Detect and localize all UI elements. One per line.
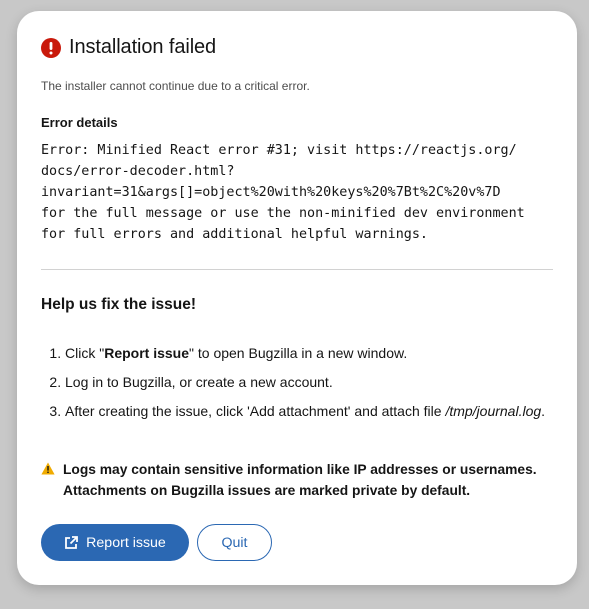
exclamation-circle-icon <box>41 37 61 58</box>
error-line: Error: Minified React error #31; visit h… <box>41 143 517 158</box>
quit-button[interactable]: Quit <box>197 524 272 561</box>
step-text: Log in to Bugzilla, or create a new acco… <box>65 374 333 390</box>
error-details-text: Error: Minified React error #31; visit h… <box>41 140 561 245</box>
divider <box>41 269 553 270</box>
dialog-subtitle: The installer cannot continue due to a c… <box>41 79 310 93</box>
step-text: After creating the issue, click 'Add att… <box>65 403 446 419</box>
step-emphasis: Report issue <box>104 345 190 361</box>
dialog-header: Installation failed <box>41 36 216 59</box>
help-steps-list: Click "Report issue" to open Bugzilla in… <box>49 339 575 426</box>
step-text: Click " <box>65 345 105 361</box>
step-text: " to open Bugzilla in a new window. <box>189 345 408 361</box>
error-line: for the full message or use the non-mini… <box>41 206 525 221</box>
external-link-icon <box>65 535 79 549</box>
step-text: . <box>541 403 546 419</box>
error-line: docs/error-decoder.html? <box>41 164 235 179</box>
list-item: Log in to Bugzilla, or create a new acco… <box>65 368 575 397</box>
dialog-title: Installation failed <box>69 36 217 58</box>
error-line: for full errors and additional helpful w… <box>41 227 428 242</box>
log-file-path: /tmp/journal.log <box>445 403 542 419</box>
error-dialog: Installation failed The installer cannot… <box>17 11 577 585</box>
warning-text: Logs may contain sensitive information l… <box>63 459 537 501</box>
help-title: Help us fix the issue! <box>41 296 197 313</box>
report-issue-label: Report issue <box>86 534 166 551</box>
warning-line: Logs may contain sensitive information l… <box>63 462 537 477</box>
warning-alert: Logs may contain sensitive information l… <box>41 459 541 501</box>
warning-triangle-icon <box>41 462 55 475</box>
error-line: invariant=31&args[]=object%20with%20keys… <box>41 185 501 200</box>
report-issue-button[interactable]: Report issue <box>41 524 189 561</box>
warning-line: Attachments on Bugzilla issues are marke… <box>63 483 471 498</box>
list-item: After creating the issue, click 'Add att… <box>65 397 575 426</box>
list-item: Click "Report issue" to open Bugzilla in… <box>65 339 575 368</box>
error-details-label: Error details <box>41 115 118 130</box>
